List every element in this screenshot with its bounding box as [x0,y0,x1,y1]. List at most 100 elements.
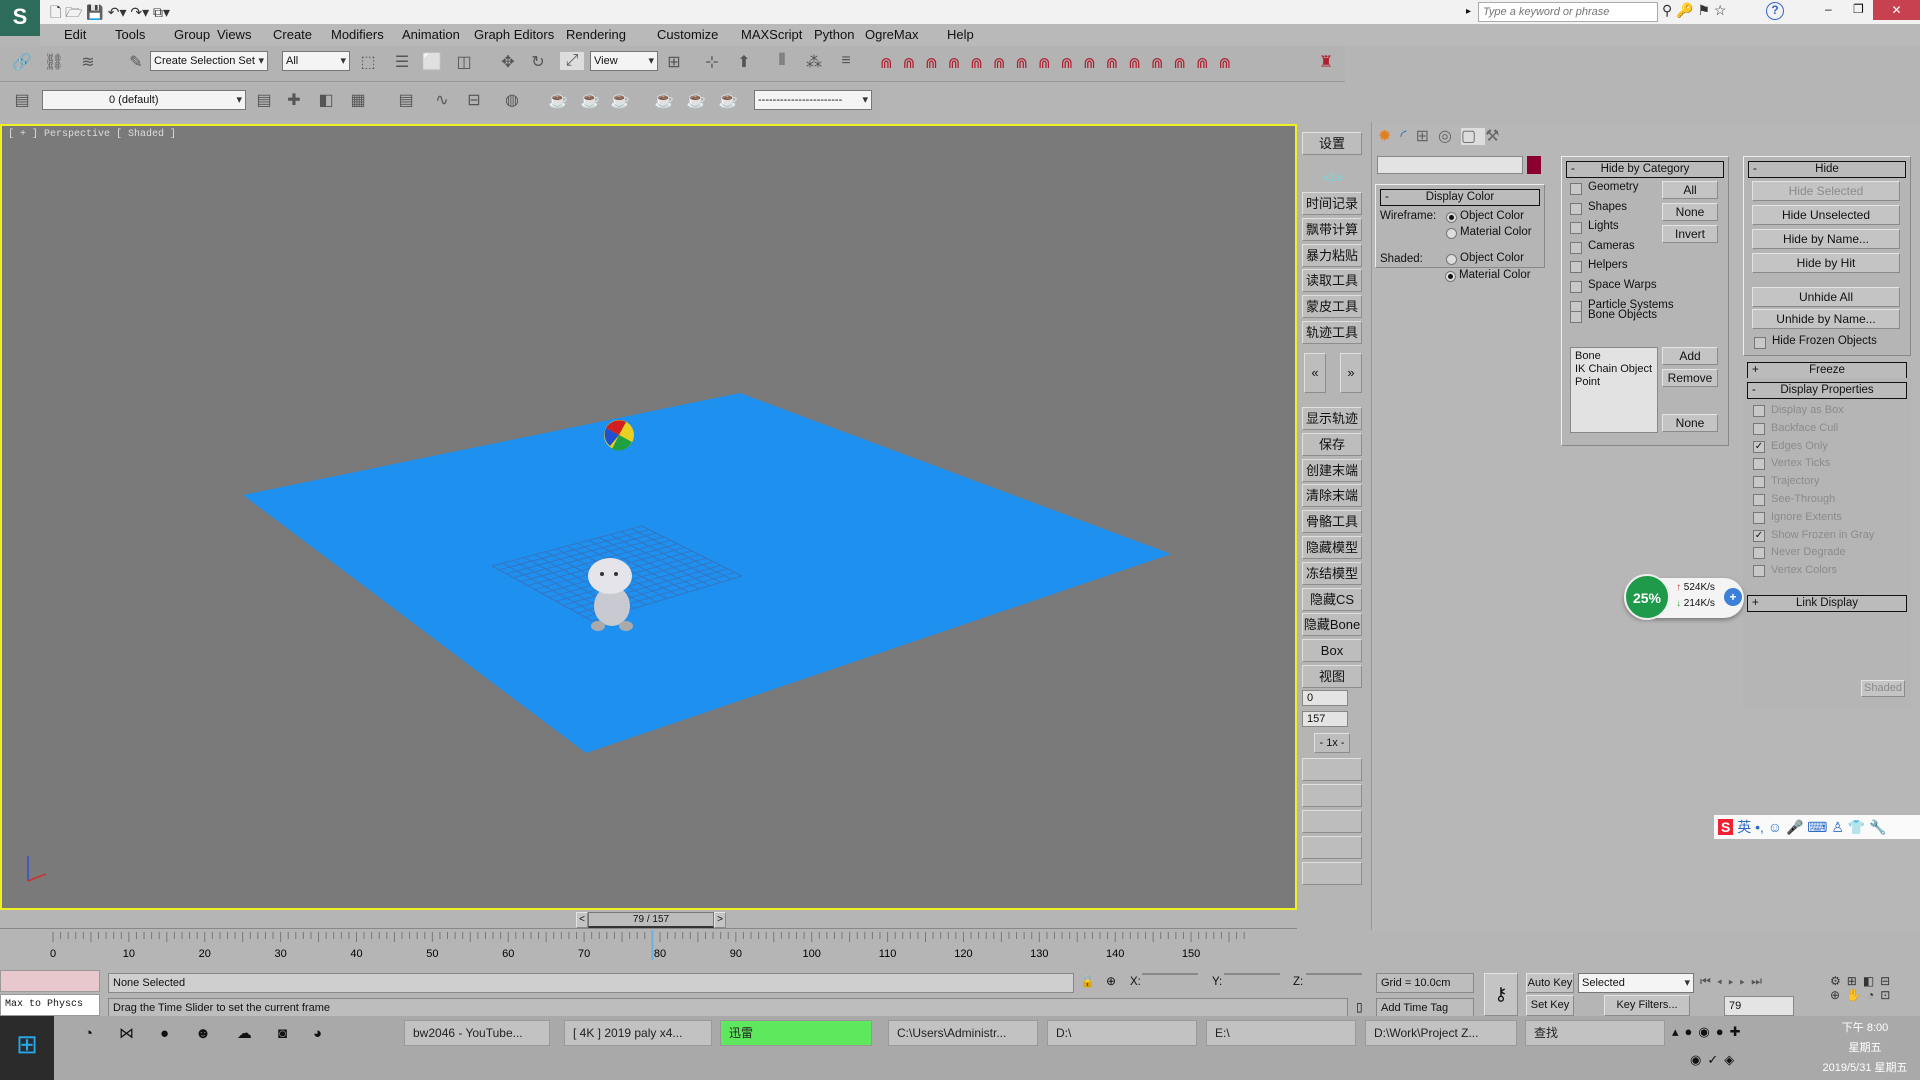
menu-customize[interactable]: Customize [657,27,718,42]
z-coordinate-field[interactable] [1306,973,1362,975]
array-icon[interactable]: ⁂ [802,52,826,72]
add-icon[interactable]: + [1724,588,1742,606]
unhide-all-button[interactable]: Unhide All [1752,287,1900,307]
tool-button[interactable]: 读取工具 [1302,269,1362,293]
scene-explorer-icon[interactable]: ▤ [394,90,418,110]
empty-tool-button[interactable] [1302,784,1362,807]
absolute-mode-icon[interactable]: ⊕ [1106,974,1116,988]
material-editor-icon[interactable]: ◍ [500,90,524,110]
next-frame-button[interactable]: > [714,912,726,928]
tool-button[interactable]: 创建末端 [1302,458,1362,482]
hide-header[interactable]: - Hide [1748,161,1906,178]
display-property-checkbox[interactable]: ✓ [1753,529,1765,542]
render-a-icon[interactable]: ☕ [652,90,676,110]
tool-button[interactable]: 视图 [1302,665,1362,688]
render-b-icon[interactable]: ☕ [684,90,708,110]
freeze-header[interactable]: + Freeze [1747,362,1907,379]
invert-button[interactable]: Invert [1662,225,1718,243]
display-property-checkbox[interactable]: ✓ [1753,440,1765,453]
display-property-checkbox[interactable] [1753,405,1765,417]
menu-graph-editors[interactable]: Graph Editors [474,27,554,42]
named-selection-dropdown[interactable]: ----------------------- [754,90,872,110]
unhide-by-name-button[interactable]: Unhide by Name... [1752,309,1900,329]
playback-controls[interactable]: ⏮◂▸▸⏭ [1700,974,1768,989]
taskbar-item[interactable]: D:\ [1047,1020,1197,1046]
snap-and-rig-icons[interactable]: ⋒⋒⋒⋒⋒⋒⋒⋒⋒⋒⋒⋒⋒⋒⋒⋒ [880,54,1241,72]
menu-group[interactable]: Group [174,27,210,42]
tray-icons-row2[interactable]: ◉✓◈ [1690,1052,1740,1068]
display-property-checkbox[interactable] [1753,565,1765,578]
menu-modifiers[interactable]: Modifiers [331,27,384,42]
display-property-checkbox[interactable] [1753,458,1765,471]
taskbar-item[interactable]: 迅雷 [720,1020,872,1046]
move-icon[interactable]: ✥ [496,52,520,72]
auto-key-button[interactable]: Auto Key [1526,973,1574,993]
ref-coord-dropdown[interactable]: View [590,51,658,71]
empty-tool-button[interactable] [1302,810,1362,833]
category-checkbox[interactable] [1570,281,1582,293]
empty-tool-button[interactable] [1302,862,1362,885]
menu-rendering[interactable]: Rendering [566,27,626,42]
layer-dropdown[interactable]: 0 (default) [42,90,246,110]
empty-tool-button[interactable] [1302,836,1362,859]
add-to-layer-icon[interactable]: ✚ [282,90,306,110]
taskbar-item[interactable]: [ 4K ] 2019 paly x4... [564,1020,712,1046]
display-tab-icon[interactable]: ▢ [1460,128,1486,145]
utilities-tab-icon[interactable]: ⚒ [1485,128,1508,145]
select-by-name-icon[interactable]: ☰ [390,52,414,72]
tool-button[interactable]: Box [1302,639,1362,663]
set-current-layer-icon[interactable]: ▦ [346,90,370,110]
tool-button[interactable]: 隐藏CS [1302,587,1362,611]
ime-language[interactable]: 英 [1737,819,1751,835]
tool-button[interactable]: 保存 [1302,432,1362,456]
all-button[interactable]: All [1662,181,1718,199]
x-coordinate-field[interactable] [1142,973,1198,975]
object-color-swatch[interactable] [1527,156,1541,174]
end-frame-spinner[interactable]: 157 [1302,711,1348,727]
close-button[interactable]: ✕ [1873,0,1920,20]
shaded-object-color-radio[interactable] [1446,254,1457,265]
taskbar-item[interactable]: bw2046 - YouTube... [404,1020,550,1046]
set-key-button[interactable]: Set Key [1526,995,1574,1016]
modify-tab-icon[interactable]: ◜ [1400,128,1415,145]
display-property-checkbox[interactable] [1753,511,1765,524]
category-list-item[interactable]: Bone [1575,350,1653,363]
clock[interactable]: 下午 8:00 星期五 2019/5/31 星期五 [1810,1018,1920,1078]
prev-frame-button[interactable]: < [576,912,588,928]
rotate-icon[interactable]: ↻ [526,52,550,72]
maxscript-listener[interactable] [0,970,100,992]
wireframe-object-color-radio[interactable] [1446,212,1457,223]
perspective-viewport[interactable]: [ + ] Perspective [ Shaded ] [0,124,1297,910]
menu-create[interactable]: Create [273,27,312,42]
tool-button[interactable]: 蒙皮工具 [1302,295,1362,319]
hide-frozen-checkbox[interactable] [1754,337,1766,349]
taskbar-item[interactable]: 查找 [1525,1020,1665,1046]
time-slider[interactable]: 79 / 157 [588,912,714,928]
category-checkbox[interactable] [1570,183,1582,195]
track-bar[interactable]: 0 10 20 30 40 50 60 70 80 90 100 110 120 130 140 150 [0,930,1297,962]
system-tray-icons[interactable]: ▴●◉●✚ [1672,1024,1746,1040]
tool-button[interactable]: 暴力粘贴 [1302,243,1362,267]
hide-by-hit-button[interactable]: Hide by Hit [1752,253,1900,273]
lock-icon[interactable]: 🔒 [1080,974,1095,988]
new-layer-icon[interactable]: ▤ [252,90,276,110]
settings-button[interactable]: 设置 [1302,132,1362,155]
edit-selection-set-icon[interactable]: ✎ [124,52,148,72]
start-button[interactable]: ⊞ [0,1016,54,1080]
tool-button[interactable]: 冻结模型 [1302,561,1362,585]
display-property-checkbox[interactable] [1753,547,1765,560]
display-property-checkbox[interactable] [1753,476,1765,489]
none-button[interactable]: None [1662,203,1718,221]
render-c-icon[interactable]: ☕ [716,90,740,110]
shaded-material-color-radio[interactable] [1445,271,1456,282]
scale-icon[interactable]: ⤢ [560,52,584,70]
y-coordinate-field[interactable] [1224,973,1280,975]
link-display-header[interactable]: + Link Display [1747,595,1907,612]
render-setup-icon[interactable]: ☕ [546,90,570,110]
category-checkbox[interactable] [1570,202,1582,215]
viewport-navigation-controls[interactable]: ⚙⊞◧⊟ ⊕✋◔⊡ [1830,974,1920,1002]
motion-tab-icon[interactable]: ◎ [1438,128,1461,145]
display-color-header[interactable]: - Display Color [1380,189,1540,206]
start-frame-spinner[interactable]: 0 [1302,690,1348,706]
category-checkbox[interactable] [1570,222,1582,235]
